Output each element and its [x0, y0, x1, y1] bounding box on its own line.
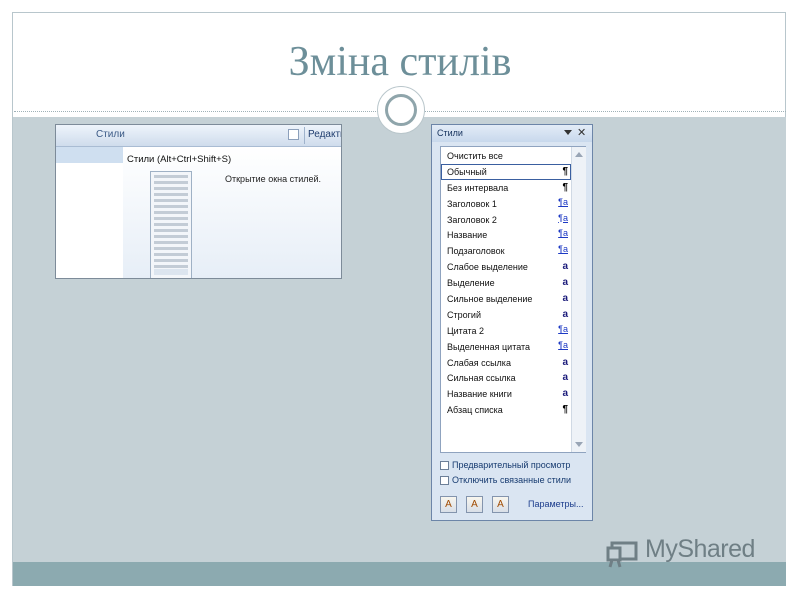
close-icon[interactable]: ✕ — [577, 126, 586, 139]
slide-title: Зміна стилів — [288, 39, 512, 85]
character-style-icon: a — [562, 261, 568, 273]
paragraph-style-icon: ¶ — [562, 404, 568, 416]
linked-style-icon: ¶a — [558, 212, 568, 223]
scroll-down-icon[interactable] — [575, 442, 583, 447]
style-item[interactable]: Название ¶a — [441, 227, 571, 243]
character-style-icon: a — [562, 388, 568, 400]
footer-band — [13, 562, 786, 586]
tooltip: Стили (Alt+Ctrl+Shift+S) Открытие окна с… — [123, 147, 341, 278]
style-item[interactable]: Строгий a — [441, 307, 571, 323]
style-item[interactable]: Выделение a — [441, 275, 571, 291]
styles-pane-thumbnail — [150, 171, 192, 278]
style-item[interactable]: Сильное выделение a — [441, 291, 571, 307]
style-item[interactable]: Заголовок 2 ¶a — [441, 212, 571, 228]
dialog-launcher-icon[interactable] — [288, 129, 299, 140]
ribbon-screenshot: Стили Редакти Стили (Alt+Ctrl+Shift+S) О… — [55, 124, 342, 279]
style-item-label: Цитата 2 — [447, 325, 485, 336]
ring-decoration-icon — [377, 86, 425, 134]
edit-group-label: Редакти — [308, 129, 342, 140]
style-item[interactable]: Цитата 2 ¶a — [441, 323, 571, 339]
style-item[interactable]: Выделенная цитата ¶a — [441, 339, 571, 355]
tooltip-description: Открытие окна стилей. — [225, 174, 322, 184]
style-item-label: Выделение — [447, 278, 495, 289]
styles-list: Очистить все Обычный ¶ Без интервала ¶ Заголо… — [440, 146, 586, 453]
styles-pane-header: Стили ✕ — [432, 125, 592, 142]
ribbon-strip — [56, 147, 123, 164]
character-style-icon: a — [562, 308, 568, 320]
disable-linked-label: Отключить связанные стили — [452, 475, 572, 485]
style-item[interactable]: Название книги a — [441, 386, 571, 402]
ribbon-separator — [304, 127, 305, 144]
linked-style-icon: ¶a — [558, 196, 568, 207]
linked-style-icon: ¶a — [558, 339, 568, 350]
style-item[interactable]: Заголовок 1 ¶a — [441, 196, 571, 212]
style-item-label: Слабая ссылка — [447, 357, 511, 368]
pane-menu-dropdown-icon[interactable] — [564, 130, 572, 135]
style-item[interactable]: Сильная ссылка a — [441, 370, 571, 386]
style-item[interactable]: Абзац списка ¶ — [441, 402, 571, 418]
styles-group-label: Стили — [96, 129, 125, 140]
paragraph-style-icon: ¶ — [562, 165, 568, 177]
style-item[interactable]: Слабая ссылка a — [441, 355, 571, 371]
disable-linked-checkbox[interactable]: Отключить связанные стили — [440, 475, 571, 485]
ribbon-bar: Стили Редакти — [56, 125, 342, 147]
tooltip-title: Стили (Alt+Ctrl+Shift+S) — [127, 154, 232, 165]
style-item[interactable]: Слабое выделение a — [441, 259, 571, 275]
style-item-label: Абзац списка — [447, 405, 503, 416]
style-item[interactable]: Очистить все — [441, 148, 571, 164]
style-item-label: Название книги — [447, 389, 512, 400]
preview-checkbox[interactable]: Предварительный просмотр — [440, 460, 570, 470]
style-item-label: Заголовок 1 — [447, 198, 497, 209]
watermark-text: MyShared — [645, 535, 755, 563]
style-item-label: Подзаголовок — [447, 246, 505, 257]
checkbox-icon[interactable] — [440, 476, 449, 485]
styles-pane-title: Стили — [437, 128, 463, 138]
preview-label: Предварительный просмотр — [452, 460, 571, 470]
linked-style-icon: ¶a — [558, 228, 568, 239]
style-item[interactable]: Без интервала ¶ — [441, 180, 571, 196]
new-style-button[interactable]: A — [440, 496, 457, 513]
scroll-up-icon[interactable] — [575, 152, 583, 157]
style-item-label: Обычный — [447, 166, 487, 177]
linked-style-icon: ¶a — [558, 323, 568, 334]
styles-items: Очистить все Обычный ¶ Без интервала ¶ Заголо… — [441, 148, 571, 418]
character-style-icon: a — [562, 277, 568, 289]
character-style-icon: a — [562, 356, 568, 368]
style-item-label: Строгий — [447, 309, 481, 320]
character-style-icon: a — [562, 372, 568, 384]
style-item[interactable]: Обычный ¶ — [441, 163, 571, 180]
styles-pane: Стили ✕ Очистить все Обычный ¶ Без интервал… — [431, 124, 593, 521]
linked-style-icon: ¶a — [558, 244, 568, 255]
style-item[interactable]: Подзаголовок ¶a — [441, 243, 571, 259]
manage-styles-button[interactable]: A — [492, 496, 509, 513]
style-item-label: Выделенная цитата — [447, 341, 531, 352]
vertical-scrollbar[interactable] — [571, 147, 586, 452]
checkbox-icon[interactable] — [440, 461, 449, 470]
style-item-label: Сильное выделение — [447, 294, 533, 305]
style-inspector-button[interactable]: A — [466, 496, 483, 513]
style-item-label: Очистить все — [447, 151, 503, 161]
style-item-label: Название — [447, 230, 488, 241]
style-item-label: Сильная ссылка — [447, 373, 516, 384]
document-area — [56, 163, 124, 278]
style-item-label: Заголовок 2 — [447, 214, 497, 225]
paragraph-style-icon: ¶ — [562, 181, 568, 193]
myshared-logo-icon — [606, 541, 638, 568]
style-item-label: Слабое выделение — [447, 262, 528, 273]
options-link[interactable]: Параметры... — [528, 499, 583, 509]
style-item-label: Без интервала — [447, 182, 509, 193]
character-style-icon: a — [562, 293, 568, 305]
